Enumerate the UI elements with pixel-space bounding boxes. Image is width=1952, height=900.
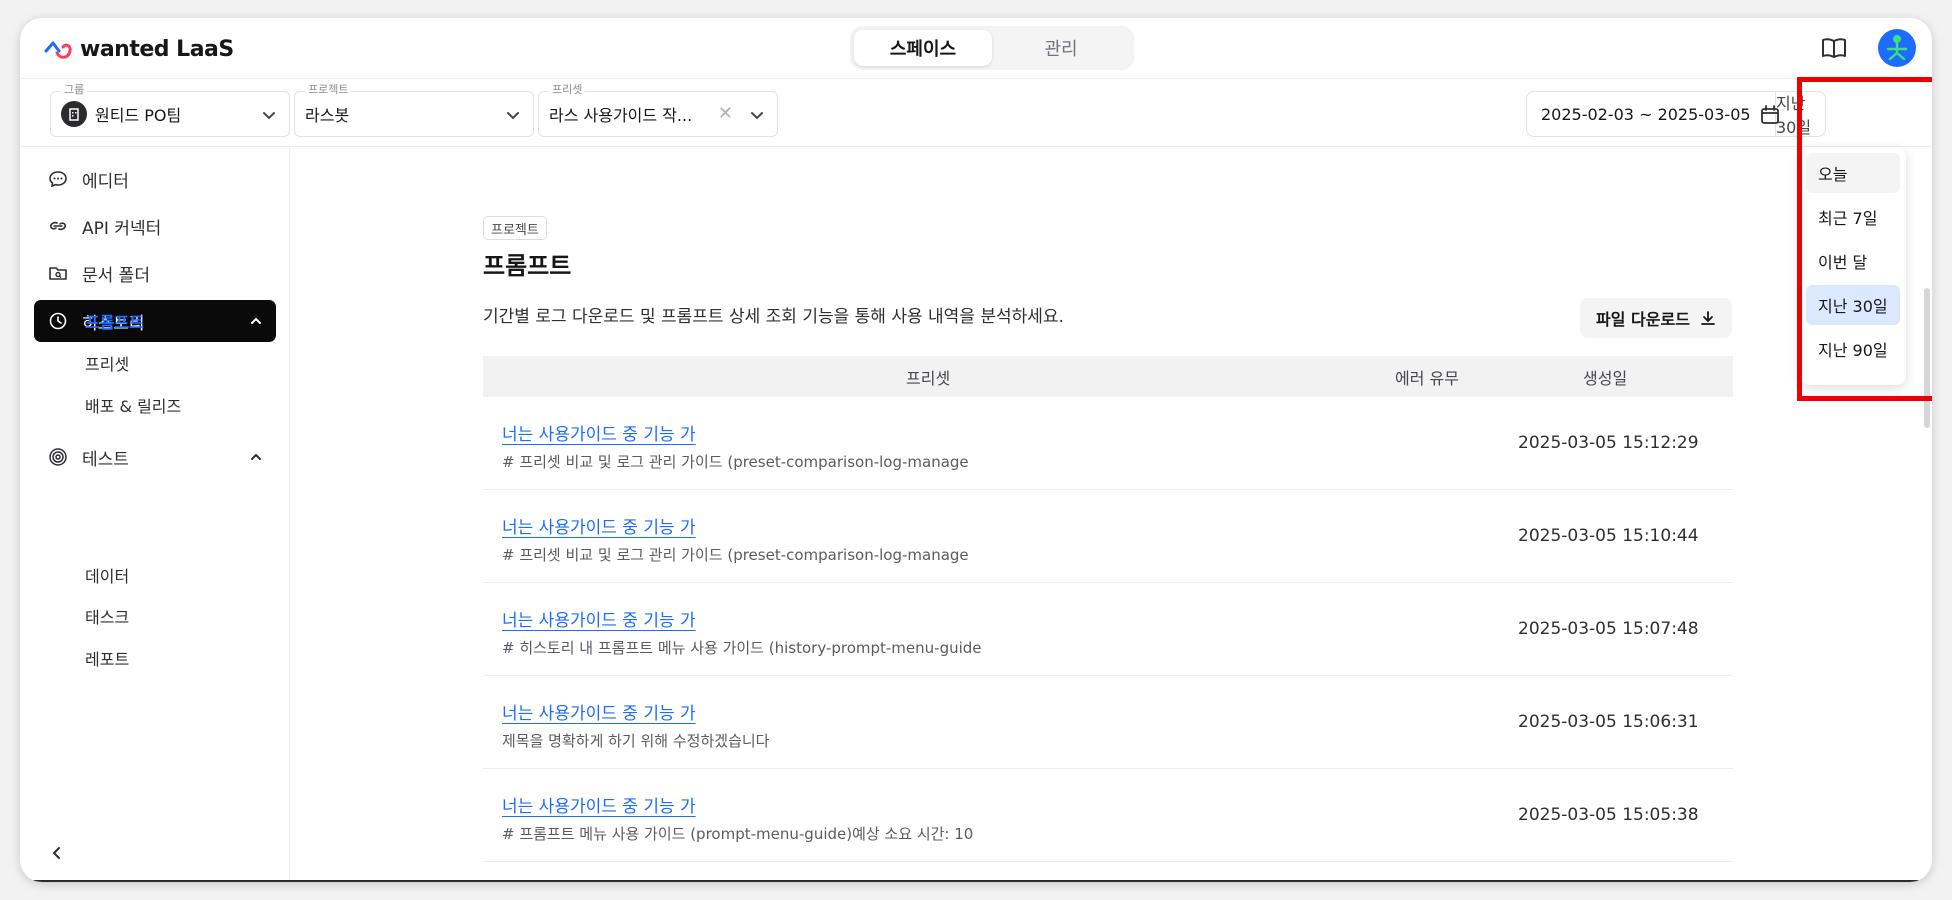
sidebar-item-label: API 커넥터 [82, 218, 162, 239]
sidebar-item-editor[interactable]: 에디터 [34, 158, 276, 200]
row-subtitle: # 프리셋 비교 및 로그 관리 가이드 (preset-comparison-… [502, 546, 969, 564]
avatar[interactable] [1878, 29, 1916, 67]
app-window: wanted LaaS 스페이스 관리 그룹 원티드 PO팀 프로젝트 라스봇 … [20, 18, 1932, 882]
chevron-left-icon[interactable] [48, 844, 66, 862]
table-header: 프리셋 에러 유무 생성일 [483, 356, 1733, 397]
tab-manage[interactable]: 관리 [992, 30, 1130, 66]
group-select[interactable]: 그룹 원티드 PO팀 [50, 83, 290, 137]
logo-icon [44, 41, 72, 59]
chat-bubble-icon [49, 171, 67, 188]
file-download-label: 파일 다운로드 [1596, 310, 1690, 329]
row-subtitle: # 히스토리 내 프롬프트 메뉴 사용 가이드 (history-prompt-… [502, 639, 982, 657]
row-subtitle: # 프롬프트 메뉴 사용 가이드 (prompt-menu-guide)예상 소… [502, 825, 974, 843]
row-title-link[interactable]: 너는 사용가이드 중 기능 가 [502, 513, 696, 538]
table-row[interactable]: 너는 사용가이드 중 기능 가 # 프리셋 비교 및 로그 관리 가이드 (pr… [483, 490, 1733, 583]
sidebar-subitem-report[interactable]: 레포트 [85, 646, 129, 670]
avatar-figure-icon [1886, 35, 1908, 61]
group-select-value: 원티드 PO팀 [95, 106, 182, 125]
row-subtitle: 제목을 명확하게 하기 위해 수정하겠습니다 [502, 732, 770, 750]
sidebar-item-label: 에디터 [82, 171, 129, 192]
date-range-input[interactable]: 2025-02-03 ~ 2025-03-05 [1527, 92, 1779, 136]
top-header: wanted LaaS 스페이스 관리 [20, 18, 1932, 79]
column-header-error: 에러 유무 [1395, 368, 1459, 388]
sidebar-item-label: 문서 폴더 [82, 265, 150, 286]
chevron-down-icon [263, 112, 275, 120]
row-date: 2025-03-05 15:06:31 [1518, 712, 1699, 732]
sidebar-subitem-preset[interactable]: 프리셋 [85, 351, 129, 375]
clock-icon [49, 312, 67, 330]
row-date: 2025-03-05 15:07:48 [1518, 619, 1699, 639]
table-row[interactable]: 너는 사용가이드 중 기능 가 # 프리셋 비교 및 로그 관리 가이드 (pr… [483, 397, 1733, 490]
chevron-down-icon [751, 112, 763, 120]
preset-select[interactable]: 프리셋 라스 사용가이드 작... ✕ [538, 83, 778, 137]
main-content: 프로젝트 프롬프트 기간별 로그 다운로드 및 프롬프트 상세 조회 기능을 통… [291, 148, 1932, 882]
folder-search-icon [49, 267, 67, 280]
project-tag: 프로젝트 [483, 216, 547, 240]
chevron-up-icon[interactable] [248, 313, 264, 329]
sidebar-subitem-prompt[interactable]: 프롬프트 [85, 309, 144, 333]
row-title-link[interactable]: 너는 사용가이드 중 기능 가 [502, 699, 696, 724]
prompt-table: 프리셋 에러 유무 생성일 너는 사용가이드 중 기능 가 # 프리셋 비교 및… [483, 356, 1733, 862]
filter-bar: 그룹 원티드 PO팀 프로젝트 라스봇 프리셋 라스 사용가이드 작... ✕ … [20, 79, 1932, 147]
sidebar-item-api-connector[interactable]: API 커넥터 [34, 205, 276, 247]
group-select-value-wrap: 원티드 PO팀 [61, 92, 181, 136]
building-icon [61, 101, 87, 127]
row-date: 2025-03-05 15:05:38 [1518, 805, 1699, 825]
chevron-down-icon [507, 112, 519, 120]
target-icon [49, 448, 67, 466]
row-subtitle: # 프리셋 비교 및 로그 관리 가이드 (preset-comparison-… [502, 453, 969, 471]
page-description: 기간별 로그 다운로드 및 프롬프트 상세 조회 기능을 통해 사용 내역을 분… [483, 307, 1064, 327]
sidebar: 에디터 API 커넥터 문서 폴더 히스토리 프롬프트 프리셋 배포 & 릴리즈… [20, 148, 290, 882]
project-select[interactable]: 프로젝트 라스봇 [294, 83, 534, 137]
page-title: 프롬프트 [483, 252, 572, 280]
table-row[interactable]: 너는 사용가이드 중 기능 가 # 히스토리 내 프롬프트 메뉴 사용 가이드 … [483, 583, 1733, 676]
table-row[interactable]: 너는 사용가이드 중 기능 가 제목을 명확하게 하기 위해 수정하겠습니다 2… [483, 676, 1733, 769]
sidebar-item-history[interactable]: 히스토리 [34, 300, 276, 342]
highlight-box [1797, 77, 1932, 401]
space-manage-switch: 스페이스 관리 [850, 26, 1134, 70]
sidebar-item-test[interactable]: 테스트 [34, 436, 276, 478]
row-date: 2025-03-05 15:10:44 [1518, 526, 1699, 546]
book-icon[interactable] [1820, 34, 1848, 62]
window-bottom-edge [20, 880, 1932, 882]
row-title-link[interactable]: 너는 사용가이드 중 기능 가 [502, 420, 696, 445]
row-date: 2025-03-05 15:12:29 [1518, 433, 1699, 453]
chevron-up-icon[interactable] [248, 449, 264, 465]
logo[interactable]: wanted LaaS [44, 34, 234, 64]
preset-select-value: 라스 사용가이드 작... [549, 106, 693, 125]
clear-icon[interactable]: ✕ [718, 105, 733, 123]
sidebar-subitem-data[interactable]: 데이터 [85, 563, 129, 587]
download-icon [1701, 311, 1715, 325]
column-header-preset: 프리셋 [906, 368, 951, 388]
sidebar-subitem-release[interactable]: 배포 & 릴리즈 [85, 393, 181, 417]
date-range-text: 2025-02-03 ~ 2025-03-05 [1541, 104, 1751, 124]
row-title-link[interactable]: 너는 사용가이드 중 기능 가 [502, 792, 696, 817]
calendar-icon[interactable] [1759, 104, 1781, 126]
file-download-button[interactable]: 파일 다운로드 [1580, 298, 1732, 338]
date-filter: 2025-02-03 ~ 2025-03-05 지난 30일 [1526, 91, 1826, 137]
row-title-link[interactable]: 너는 사용가이드 중 기능 가 [502, 606, 696, 631]
table-row[interactable]: 너는 사용가이드 중 기능 가 # 프롬프트 메뉴 사용 가이드 (prompt… [483, 769, 1733, 862]
sidebar-subitem-task[interactable]: 태스크 [85, 604, 129, 628]
sidebar-item-document-folder[interactable]: 문서 폴더 [34, 252, 276, 294]
tab-space[interactable]: 스페이스 [854, 30, 992, 66]
column-header-created: 생성일 [1583, 368, 1628, 388]
link-icon [50, 221, 66, 231]
sidebar-item-label: 테스트 [82, 449, 129, 470]
logo-text: wanted LaaS [80, 36, 234, 62]
project-select-value: 라스봇 [305, 106, 350, 125]
